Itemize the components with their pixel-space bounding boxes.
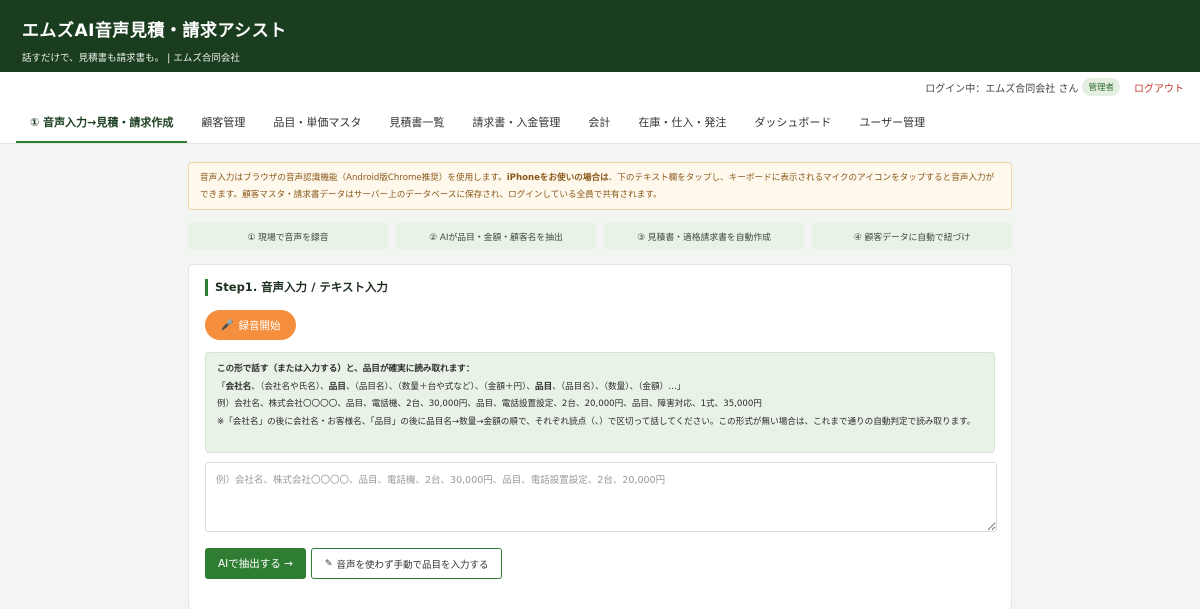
tab-items-master[interactable]: 品目・単価マスタ xyxy=(259,102,375,143)
guide-format-text-2: 、（品目名）、（数量＋台や式など）、（金額＋円）、 xyxy=(345,381,535,392)
voice-text-input[interactable] xyxy=(205,462,997,532)
step-extract: ② AIが品目・金額・顧客名を抽出 xyxy=(396,222,596,250)
guide-format: 「会社名、（会社名や氏名）、品目、（品目名）、（数量＋台や式など）、（金額＋円）… xyxy=(217,379,983,397)
tab-inventory[interactable]: 在庫・仕入・発注 xyxy=(624,102,740,143)
tab-dashboard[interactable]: ダッシュボード xyxy=(740,102,845,143)
guide-format-open: 「 xyxy=(217,381,226,392)
logout-link[interactable]: ログアウト xyxy=(1134,80,1184,95)
main-nav: ① 音声入力→見積・請求作成 顧客管理 品目・単価マスタ 見積書一覧 請求書・入… xyxy=(0,102,1200,144)
guide-note: ※「会社名」の後に会社名・お客様名、「品目」の後に品目名→数量→金額の順で、それ… xyxy=(217,416,976,427)
tab-accounting[interactable]: 会計 xyxy=(574,102,624,143)
tab-estimates[interactable]: 見積書一覧 xyxy=(375,102,458,143)
main-content: 音声入力はブラウザの音声認識機能（Android版Chrome推奨）を使用します… xyxy=(188,162,1012,609)
app-header: エムズAI音声見積・請求アシスト 話すだけで、見積書も請求書も。 | エムズ合同… xyxy=(0,0,1200,72)
step-record: ① 現場で音声を録音 xyxy=(188,222,388,250)
manual-input-button[interactable]: ✎ 音声を使わず手動で品目を入力する xyxy=(310,548,503,579)
input-format-guide: この形で話す（または入力する）と、品目が確実に読み取れます： 「会社名、（会社名… xyxy=(205,352,995,453)
step-link-customer: ④ 顧客データに自動で紐づけ xyxy=(812,222,1012,250)
guide-kw-company: 会社名 xyxy=(225,381,252,392)
tab-invoices[interactable]: 請求書・入金管理 xyxy=(458,102,574,143)
manual-input-label: 音声を使わず手動で品目を入力する xyxy=(336,559,489,571)
step1-heading: Step1. 音声入力 / テキスト入力 xyxy=(205,279,995,296)
guide-title: この形で話す（または入力する）と、品目が確実に読み取れます： xyxy=(217,364,475,374)
role-badge: 管理者 xyxy=(1082,78,1120,96)
guide-example: 例）会社名、株式会社〇〇〇〇、品目、電話機、2台、30,000円、品目、電話設置… xyxy=(217,399,762,409)
guide-format-text-1: 、（会社名や氏名）、 xyxy=(251,381,329,392)
microphone-icon: 🎤 xyxy=(221,319,234,331)
step1-card: Step1. 音声入力 / テキスト入力 🎤 録音開始 この形で話す（または入力… xyxy=(188,264,1012,609)
pencil-icon: ✎ xyxy=(324,558,333,569)
voice-input-notice: 音声入力はブラウザの音声認識機能（Android版Chrome推奨）を使用します… xyxy=(188,162,1012,210)
record-button-label: 録音開始 xyxy=(238,319,281,332)
tab-users[interactable]: ユーザー管理 xyxy=(845,102,939,143)
notice-bold: iPhoneをお使いの場合は xyxy=(506,173,609,183)
login-status: ログイン中：エムズ合同会社 さん xyxy=(925,83,1079,95)
guide-kw-item: 品目 xyxy=(328,381,346,392)
tab-voice-input[interactable]: ① 音声入力→見積・請求作成 xyxy=(16,102,188,143)
record-button[interactable]: 🎤 録音開始 xyxy=(205,310,297,340)
step-create-docs: ③ 見積書・適格請求書を自動作成 xyxy=(604,222,804,250)
app-title: エムズAI音声見積・請求アシスト xyxy=(22,21,287,41)
ai-extract-button[interactable]: AIで抽出する → xyxy=(205,548,306,579)
app-subtitle: 話すだけで、見積書も請求書も。 | エムズ合同会社 xyxy=(22,53,240,64)
step1-actions: AIで抽出する → ✎ 音声を使わず手動で品目を入力する xyxy=(205,548,995,579)
guide-format-text-3: 、（品目名）、（数量）、（金額）…」 xyxy=(552,381,686,392)
guide-kw-item-2: 品目 xyxy=(535,381,553,392)
user-bar: ログイン中：エムズ合同会社 さん 管理者 ログアウト xyxy=(0,72,1200,102)
workflow-steps: ① 現場で音声を録音 ② AIが品目・金額・顧客名を抽出 ③ 見積書・適格請求書… xyxy=(188,222,1012,250)
tab-customers[interactable]: 顧客管理 xyxy=(187,102,259,143)
notice-text-1: 音声入力はブラウザの音声認識機能（Android版Chrome推奨）を使用します… xyxy=(200,173,507,183)
